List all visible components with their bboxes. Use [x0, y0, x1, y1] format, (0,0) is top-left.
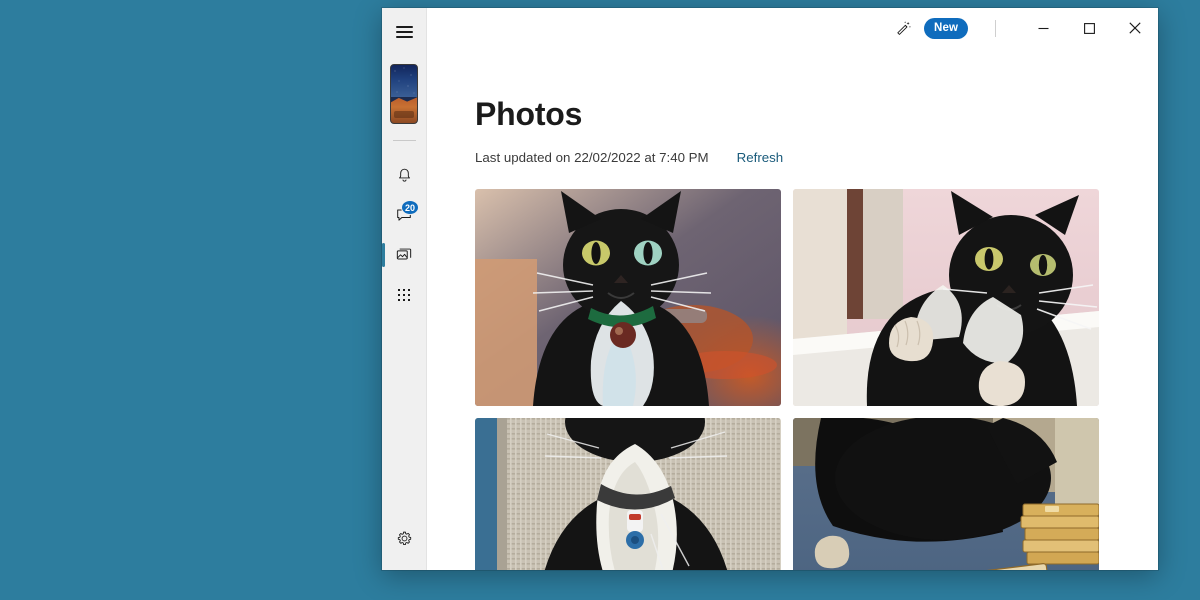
titlebar-separator: [995, 19, 996, 37]
hamburger-icon: [395, 23, 413, 41]
phone-link-window: 20 New Photos Last updated on 22/02/2022…: [382, 8, 1158, 570]
close-button[interactable]: [1112, 8, 1158, 48]
sidebar-item-photos[interactable]: [382, 239, 422, 271]
sidebar-item-notifications[interactable]: [386, 159, 422, 191]
photo-thumbnail[interactable]: [475, 189, 781, 406]
close-icon: [1129, 22, 1141, 34]
photos-page: Photos Last updated on 22/02/2022 at 7:4…: [427, 48, 1158, 570]
device-wallpaper-sky-icon: [391, 65, 417, 98]
gear-icon: [397, 531, 411, 545]
apps-grid-icon: [397, 288, 411, 302]
minimize-icon: [1038, 27, 1048, 29]
sidebar-divider: [392, 140, 416, 141]
title-bar: New: [427, 8, 1158, 48]
new-badge-button[interactable]: New: [924, 17, 968, 39]
sidebar-item-messages[interactable]: 20: [386, 199, 422, 231]
sidebar-item-settings[interactable]: [387, 522, 421, 554]
main-pane: New Photos Last updated on 22/02/2022 at…: [427, 8, 1158, 570]
feedback-button[interactable]: [888, 13, 918, 43]
sidebar-item-apps[interactable]: [386, 279, 422, 311]
photos-icon: [396, 248, 412, 260]
page-title: Photos: [475, 96, 583, 132]
sidebar-rail: 20: [382, 8, 427, 570]
page-subheader: Last updated on 22/02/2022 at 7:40 PM Re…: [475, 150, 1158, 165]
photo-1-image: [475, 189, 781, 406]
photo-grid: [475, 189, 1099, 570]
device-wallpaper-ground-icon: [391, 97, 417, 123]
photo-4-image: [793, 418, 1099, 570]
content-scrollbar[interactable]: [1152, 48, 1158, 570]
photo-thumbnail[interactable]: [475, 418, 781, 570]
device-thumbnail[interactable]: [390, 64, 418, 124]
hamburger-menu-button[interactable]: [388, 16, 420, 48]
photo-3-image: [475, 418, 781, 570]
photo-2-image: [793, 189, 1099, 406]
bell-icon: [398, 168, 410, 182]
messages-badge: 20: [400, 200, 419, 215]
minimize-button[interactable]: [1020, 8, 1066, 48]
sidebar-nav: 20: [382, 159, 422, 311]
photo-thumbnail[interactable]: [793, 418, 1099, 570]
maximize-button[interactable]: [1066, 8, 1112, 48]
magic-wand-icon: [896, 20, 911, 35]
photo-thumbnail[interactable]: [793, 189, 1099, 406]
last-updated-text: Last updated on 22/02/2022 at 7:40 PM: [475, 150, 709, 165]
refresh-link[interactable]: Refresh: [737, 150, 784, 165]
maximize-icon: [1083, 22, 1095, 34]
